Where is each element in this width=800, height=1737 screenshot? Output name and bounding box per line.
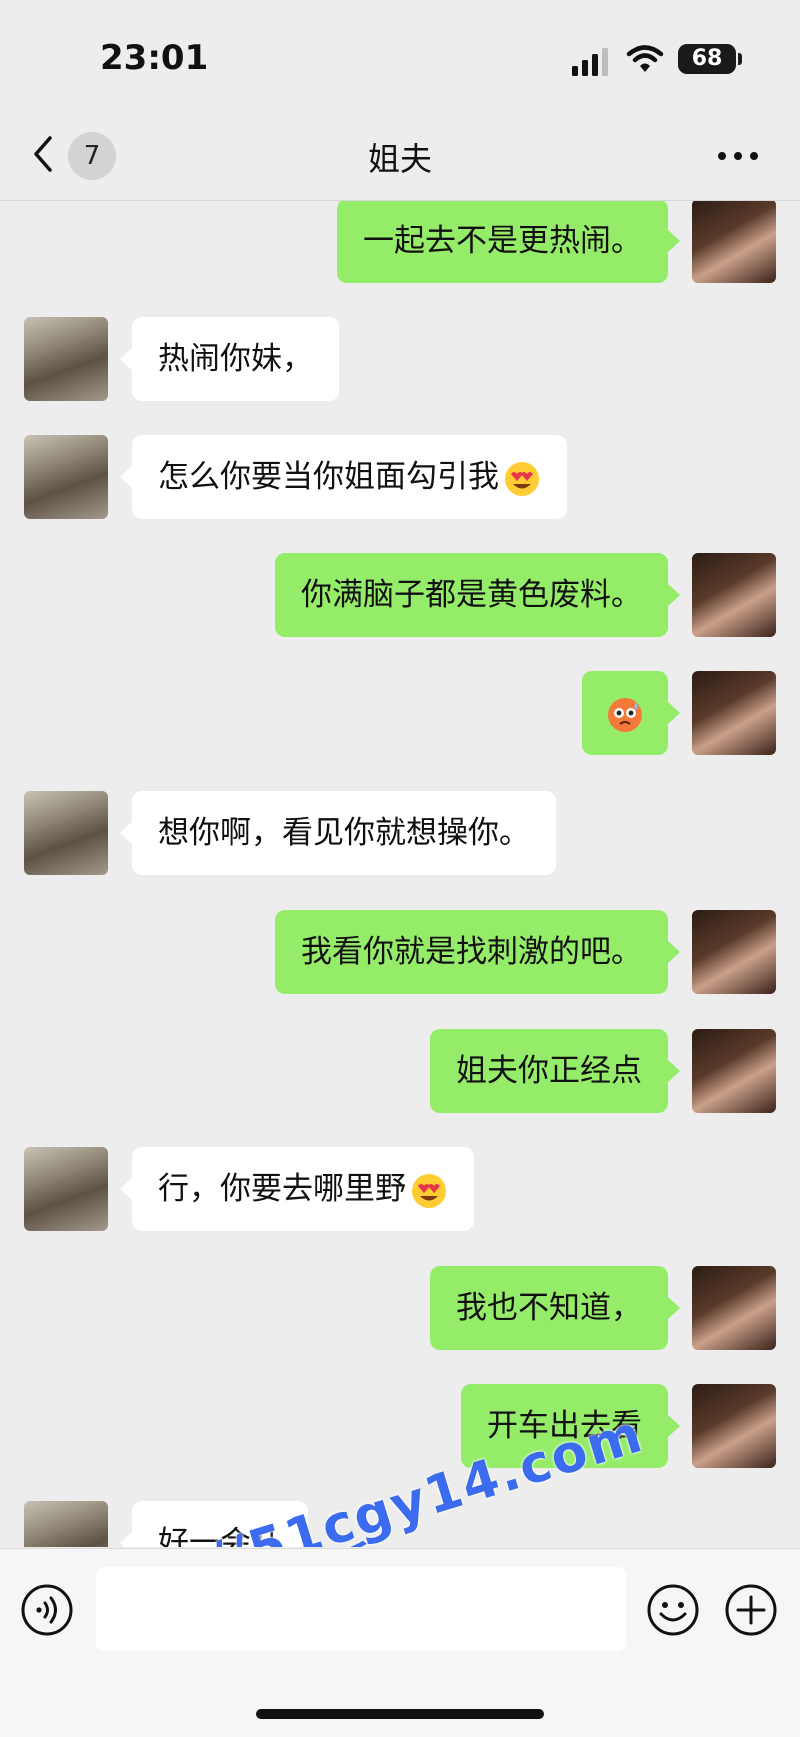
message-bubble-sent[interactable]: 开车出去看 — [461, 1384, 680, 1468]
flushed-emoji-icon — [608, 697, 642, 732]
contact-avatar[interactable] — [24, 791, 108, 875]
message-text: 姐夫你正经点 — [456, 1053, 642, 1089]
contact-avatar[interactable] — [24, 1501, 108, 1547]
message-text: 行，你要去哪里野 — [158, 1171, 406, 1207]
message-text: 好一会儿 — [158, 1525, 282, 1547]
voice-input-icon[interactable] — [20, 1583, 74, 1637]
message-text: 怎么你要当你姐面勾引我 — [158, 459, 499, 495]
chat-title: 姐夫 — [367, 140, 432, 178]
self-avatar[interactable] — [692, 1029, 776, 1113]
self-avatar[interactable] — [692, 553, 776, 637]
message-row: 我也不知道， — [0, 1266, 800, 1350]
battery-level: 68 — [691, 46, 723, 71]
message-bubble-sent[interactable]: 我看你就是找刺激的吧。 — [275, 910, 680, 994]
home-indicator — [256, 1709, 544, 1719]
message-text: 你满脑子都是黄色废料。 — [301, 577, 642, 613]
message-text: 热闹你妹， — [158, 341, 313, 377]
message-bubble-sent[interactable]: 我也不知道， — [430, 1266, 680, 1350]
battery-icon: 68 — [678, 44, 736, 74]
message-row: 行，你要去哪里野 — [0, 1147, 800, 1231]
message-row: 开车出去看 — [0, 1384, 800, 1468]
heart-eyes-emoji-icon — [412, 1173, 446, 1208]
add-attachment-icon[interactable] — [724, 1583, 778, 1637]
message-bubble-received[interactable]: 热闹你妹， — [120, 317, 339, 401]
message-text: 一起去不是更热闹。 — [363, 223, 642, 259]
self-avatar[interactable] — [692, 1384, 776, 1468]
message-row: 热闹你妹， — [0, 317, 800, 401]
message-text: 我也不知道， — [456, 1290, 642, 1326]
message-bubble-sent[interactable]: 你满脑子都是黄色废料。 — [275, 553, 680, 637]
self-avatar[interactable] — [692, 671, 776, 755]
contact-avatar[interactable] — [24, 435, 108, 519]
wifi-icon — [626, 45, 664, 72]
message-list[interactable]: 一起去不是更热闹。 热闹你妹， 怎么你要当你姐面勾引我 你满脑子都是黄色废料。 — [0, 201, 800, 1547]
message-row: 好一会儿 — [0, 1501, 800, 1547]
message-bubble-received[interactable]: 好一会儿 — [120, 1501, 308, 1547]
message-text: 我看你就是找刺激的吧。 — [301, 934, 642, 970]
message-row: 想你啊，看见你就想操你。 — [0, 791, 800, 875]
more-options-icon[interactable] — [716, 150, 760, 162]
message-bubble-received[interactable]: 怎么你要当你姐面勾引我 — [120, 435, 567, 519]
message-row: 姐夫你正经点 — [0, 1029, 800, 1113]
self-avatar[interactable] — [692, 910, 776, 994]
heart-eyes-emoji-icon — [505, 461, 539, 496]
chat-header: 7 姐夫 — [0, 110, 800, 201]
message-bubble-sent[interactable] — [582, 671, 680, 755]
input-bar — [0, 1548, 800, 1737]
self-avatar[interactable] — [692, 201, 776, 283]
emoji-button-icon[interactable] — [646, 1583, 700, 1637]
message-bubble-sent[interactable]: 一起去不是更热闹。 — [337, 201, 680, 283]
battery-tip — [738, 53, 742, 65]
cellular-signal-icon — [572, 48, 608, 76]
message-bubble-sent[interactable]: 姐夫你正经点 — [430, 1029, 680, 1113]
status-time: 23:01 — [100, 38, 209, 78]
message-text: 想你啊，看见你就想操你。 — [158, 815, 530, 851]
message-row: 你满脑子都是黄色废料。 — [0, 553, 800, 637]
message-row: 我看你就是找刺激的吧。 — [0, 910, 800, 994]
message-input[interactable] — [96, 1567, 626, 1651]
message-row — [0, 671, 800, 755]
self-avatar[interactable] — [692, 1266, 776, 1350]
contact-avatar[interactable] — [24, 317, 108, 401]
message-bubble-received[interactable]: 想你啊，看见你就想操你。 — [120, 791, 556, 875]
message-bubble-received[interactable]: 行，你要去哪里野 — [120, 1147, 474, 1231]
message-row: 怎么你要当你姐面勾引我 — [0, 435, 800, 519]
status-bar: 23:01 68 — [0, 0, 800, 110]
message-text: 开车出去看 — [487, 1408, 642, 1444]
contact-avatar[interactable] — [24, 1147, 108, 1231]
message-row: 一起去不是更热闹。 — [0, 201, 800, 283]
